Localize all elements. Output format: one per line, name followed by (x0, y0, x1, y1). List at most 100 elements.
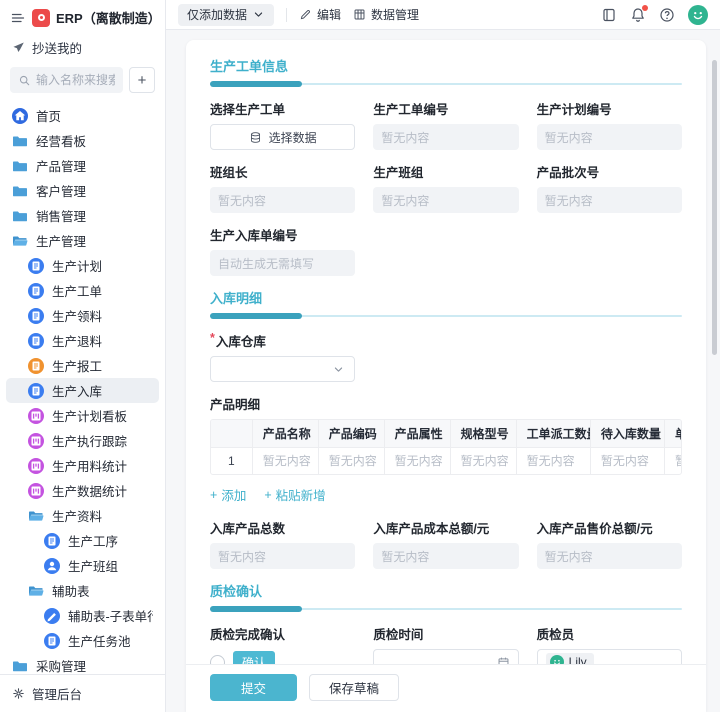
field-select-work-order: 选择生产工单 选择数据 (210, 99, 355, 150)
sidebar-item-production-plan-board[interactable]: 生产计划看板 (6, 403, 159, 428)
search-input[interactable] (36, 73, 115, 87)
form-content: 生产工单信息 选择生产工单 选择数据 生产工单编号 (166, 30, 720, 712)
col-index (211, 420, 252, 447)
app-title: ERP（离散制造） (56, 8, 155, 27)
doc-icon (44, 633, 60, 649)
sidebar-item-purchase-management[interactable]: 采购管理 (6, 653, 159, 674)
folder-icon (12, 208, 28, 224)
sidebar-item-customer-management[interactable]: 客户管理 (6, 178, 159, 203)
sidebar-item-production-data[interactable]: 生产资料 (6, 503, 159, 528)
field-work-order-no: 生产工单编号 暂无内容 (373, 99, 518, 150)
sidebar-item-production-execution-tracking[interactable]: 生产执行跟踪 (6, 428, 159, 453)
pen-icon (44, 608, 60, 624)
doc-icon (28, 283, 44, 299)
sidebar-item-production-data-stats[interactable]: 生产数据统计 (6, 478, 159, 503)
product-table: 产品名称 产品编码 产品属性 规格型号 工单派工数量 待入库数量 单位 (210, 419, 682, 475)
sidebar-item-production-picking[interactable]: 生产领料 (6, 303, 159, 328)
pencil-icon (299, 8, 312, 21)
total-price-input: 暂无内容 (537, 543, 682, 569)
bell-icon[interactable] (630, 7, 646, 23)
sidebar-item-business-dashboard[interactable]: 经营看板 (6, 128, 159, 153)
form-card-body: 生产工单信息 选择生产工单 选择数据 生产工单编号 (210, 52, 682, 664)
toolbar-divider (286, 8, 287, 22)
col-product-attr: 产品属性 (384, 420, 450, 447)
grid-icon (353, 8, 366, 21)
sidebar-item-auxiliary-table[interactable]: 辅助表 (6, 578, 159, 603)
cc-to-me-item[interactable]: 抄送我的 (0, 27, 165, 57)
folder-open-icon (28, 583, 44, 599)
sidebar-item-production-task-pool[interactable]: 生产任务池 (6, 628, 159, 653)
notification-dot (642, 5, 648, 11)
topbar: 仅添加数据 编辑 数据管理 (166, 0, 720, 30)
batch-no-input: 暂无内容 (537, 187, 682, 213)
section-title: 入库明细 (210, 288, 682, 307)
folder-icon (12, 158, 28, 174)
team-input: 暂无内容 (373, 187, 518, 213)
cell-product-attr: 暂无内容 (384, 447, 450, 474)
sidebar-item-production-team[interactable]: 生产班组 (6, 553, 159, 578)
field-qc-person: 质检员 Lily (537, 624, 682, 664)
cell-dispatch-qty: 暂无内容 (516, 447, 590, 474)
cell-product-code: 暂无内容 (318, 447, 384, 474)
sidebar-item-production-reporting[interactable]: 生产报工 (6, 353, 159, 378)
sidebar-search-row: + (0, 57, 165, 99)
warehouse-select[interactable] (210, 356, 355, 382)
qc-confirm-radio[interactable] (210, 655, 225, 665)
collapse-sidebar-icon[interactable] (10, 10, 26, 26)
doc-icon (44, 533, 60, 549)
user-avatar[interactable] (688, 5, 708, 25)
col-dispatch-qty: 工单派工数量 (516, 420, 590, 447)
app-window: ERP（离散制造） 抄送我的 + 首页 经营看板 产品管理 客户管理 销售管理 … (0, 0, 720, 712)
plus-icon: + (210, 488, 217, 502)
edit-button[interactable]: 编辑 (299, 6, 341, 23)
sidebar: ERP（离散制造） 抄送我的 + 首页 经营看板 产品管理 客户管理 销售管理 … (0, 0, 166, 712)
person-icon (44, 558, 60, 574)
sidebar-item-product-management[interactable]: 产品管理 (6, 153, 159, 178)
board-icon (28, 458, 44, 474)
add-row-link[interactable]: +添加 (210, 485, 246, 504)
journal-icon[interactable] (601, 7, 617, 23)
sidebar-item-production-management[interactable]: 生产管理 (6, 228, 159, 253)
board-icon (28, 483, 44, 499)
plan-no-input: 暂无内容 (537, 124, 682, 150)
sidebar-item-production-return[interactable]: 生产退料 (6, 328, 159, 353)
sidebar-nav: 首页 经营看板 产品管理 客户管理 销售管理 生产管理 生产计划 生产工单 生产… (0, 99, 165, 674)
help-icon[interactable] (659, 7, 675, 23)
sidebar-item-auxiliary-subform-rows[interactable]: 辅助表-子表单行数 (6, 603, 159, 628)
mode-dropdown[interactable]: 仅添加数据 (178, 4, 274, 26)
inbound-no-input: 自动生成无需填写 (210, 250, 355, 276)
field-qc-time: 质检时间 (373, 624, 518, 664)
vertical-scrollbar[interactable] (712, 60, 717, 355)
col-pending-qty: 待入库数量 (590, 420, 664, 447)
save-draft-button[interactable]: 保存草稿 (309, 674, 399, 701)
data-manage-button[interactable]: 数据管理 (353, 6, 419, 23)
sidebar-item-production-work-order[interactable]: 生产工单 (6, 278, 159, 303)
board-icon (28, 433, 44, 449)
sidebar-item-home[interactable]: 首页 (6, 103, 159, 128)
sidebar-item-production-plan[interactable]: 生产计划 (6, 253, 159, 278)
paste-add-link[interactable]: +粘贴新增 (264, 485, 325, 504)
add-new-button[interactable]: + (129, 67, 155, 93)
sidebar-item-production-inbound[interactable]: 生产入库 (6, 378, 159, 403)
sidebar-item-production-material-stats[interactable]: 生产用料统计 (6, 453, 159, 478)
chevron-down-icon (332, 363, 345, 376)
submit-button[interactable]: 提交 (210, 674, 297, 701)
product-table-label: 产品明细 (210, 394, 682, 413)
admin-backend-item[interactable]: 管理后台 (0, 674, 165, 712)
sidebar-item-production-process[interactable]: 生产工序 (6, 528, 159, 553)
form-card: 生产工单信息 选择生产工单 选择数据 生产工单编号 (186, 40, 706, 712)
col-spec-model: 规格型号 (450, 420, 516, 447)
qc-time-input[interactable] (373, 649, 518, 664)
table-row: 1 暂无内容 暂无内容 暂无内容 暂无内容 暂无内容 暂无内容 暂无内容 (211, 447, 682, 474)
doc-icon (28, 383, 44, 399)
qc-person-input[interactable]: Lily (537, 649, 682, 664)
col-product-code: 产品编码 (318, 420, 384, 447)
search-icon (18, 74, 31, 87)
folder-icon (12, 133, 28, 149)
doc-icon (28, 308, 44, 324)
sidebar-item-sales-management[interactable]: 销售管理 (6, 203, 159, 228)
total-qty-input: 暂无内容 (210, 543, 355, 569)
select-data-button[interactable]: 选择数据 (210, 124, 355, 150)
folder-open-icon (12, 233, 28, 249)
qc-confirm-tag[interactable]: 确认 (233, 651, 275, 665)
